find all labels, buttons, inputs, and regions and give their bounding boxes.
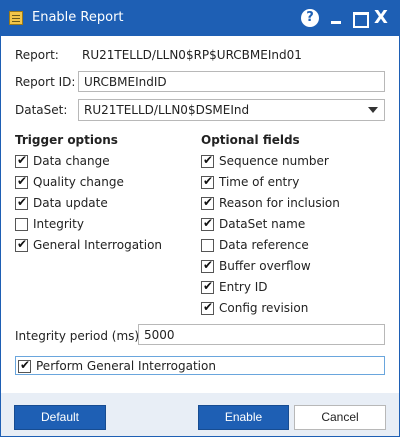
trigger-option-label: Quality change (33, 175, 124, 189)
dataset-label: DataSet: (15, 103, 68, 117)
integrity-period-label: Integrity period (ms): (15, 329, 144, 343)
trigger-option-checkbox[interactable] (15, 217, 28, 231)
optional-field-label: Entry ID (219, 280, 268, 294)
trigger-option-row[interactable]: Quality change (15, 174, 124, 190)
button-footer: Default Enable Cancel (1, 393, 399, 436)
help-button[interactable]: ? (301, 9, 319, 27)
maximize-icon[interactable] (349, 8, 369, 28)
close-button[interactable]: X (371, 8, 391, 28)
optional-field-label: Data reference (219, 238, 309, 252)
dataset-select-value: RU21TELLD/LLN0$DSMEInd (84, 103, 250, 117)
perform-gi-label: Perform General Interrogation (36, 359, 216, 373)
optional-field-checkbox[interactable] (201, 279, 214, 294)
optional-field-row[interactable]: Config revision (201, 300, 308, 316)
optional-field-row[interactable]: Sequence number (201, 153, 329, 169)
trigger-option-row[interactable]: General Interrogation (15, 237, 162, 253)
report-id-input[interactable]: URCBMEIndID (78, 71, 385, 92)
integrity-period-input[interactable]: 5000 (138, 324, 385, 345)
report-label: Report: (15, 48, 59, 62)
chevron-down-icon (368, 107, 378, 113)
title-bar[interactable]: Enable Report ? X (0, 0, 400, 36)
trigger-options-title: Trigger options (15, 133, 118, 147)
trigger-option-row[interactable]: Data update (15, 195, 108, 211)
report-id-label: Report ID: (15, 75, 76, 89)
trigger-option-label: Data change (33, 154, 110, 168)
optional-field-label: Sequence number (219, 154, 329, 168)
trigger-option-label: General Interrogation (33, 238, 163, 252)
optional-field-checkbox[interactable] (201, 300, 214, 315)
optional-field-checkbox[interactable] (201, 195, 214, 210)
optional-field-label: Config revision (219, 301, 309, 315)
window-title: Enable Report (32, 10, 124, 25)
perform-gi-row[interactable]: Perform General Interrogation (15, 356, 385, 375)
optional-field-row[interactable]: Reason for inclusion (201, 195, 340, 211)
trigger-option-row[interactable]: Data change (15, 153, 110, 169)
default-button[interactable]: Default (14, 405, 106, 430)
optional-field-row[interactable]: Data reference (201, 237, 309, 253)
report-app-icon (9, 11, 23, 25)
report-value: RU21TELLD/LLN0$RP$URCBMEInd01 (82, 48, 302, 62)
perform-gi-checkbox[interactable] (18, 358, 31, 373)
optional-field-label: DataSet name (219, 217, 306, 231)
trigger-option-checkbox[interactable] (15, 174, 28, 189)
cancel-button[interactable]: Cancel (294, 405, 386, 430)
trigger-option-row[interactable]: Integrity (15, 216, 84, 232)
optional-field-checkbox[interactable] (201, 174, 214, 189)
optional-field-row[interactable]: Time of entry (201, 174, 299, 190)
enable-button[interactable]: Enable (198, 405, 289, 430)
dialog-body: Report: RU21TELLD/LLN0$RP$URCBMEInd01 Re… (1, 36, 399, 436)
optional-field-checkbox[interactable] (201, 216, 214, 231)
optional-field-row[interactable]: Entry ID (201, 279, 268, 295)
optional-field-checkbox[interactable] (201, 258, 214, 273)
trigger-option-label: Integrity (33, 217, 84, 231)
optional-field-label: Reason for inclusion (219, 196, 340, 210)
optional-field-checkbox[interactable] (201, 238, 214, 252)
trigger-option-checkbox[interactable] (15, 195, 28, 210)
optional-field-row[interactable]: DataSet name (201, 216, 305, 232)
minimize-icon[interactable] (326, 8, 346, 28)
optional-field-label: Buffer overflow (219, 259, 311, 273)
dataset-select[interactable]: RU21TELLD/LLN0$DSMEInd (78, 99, 385, 121)
trigger-option-checkbox[interactable] (15, 153, 28, 168)
optional-field-checkbox[interactable] (201, 153, 214, 168)
trigger-option-checkbox[interactable] (15, 237, 28, 252)
trigger-option-label: Data update (33, 196, 108, 210)
optional-field-label: Time of entry (219, 175, 300, 189)
enable-report-dialog: Enable Report ? X Report: RU21TELLD/LLN0… (0, 0, 400, 437)
optional-fields-title: Optional fields (201, 133, 300, 147)
optional-field-row[interactable]: Buffer overflow (201, 258, 311, 274)
